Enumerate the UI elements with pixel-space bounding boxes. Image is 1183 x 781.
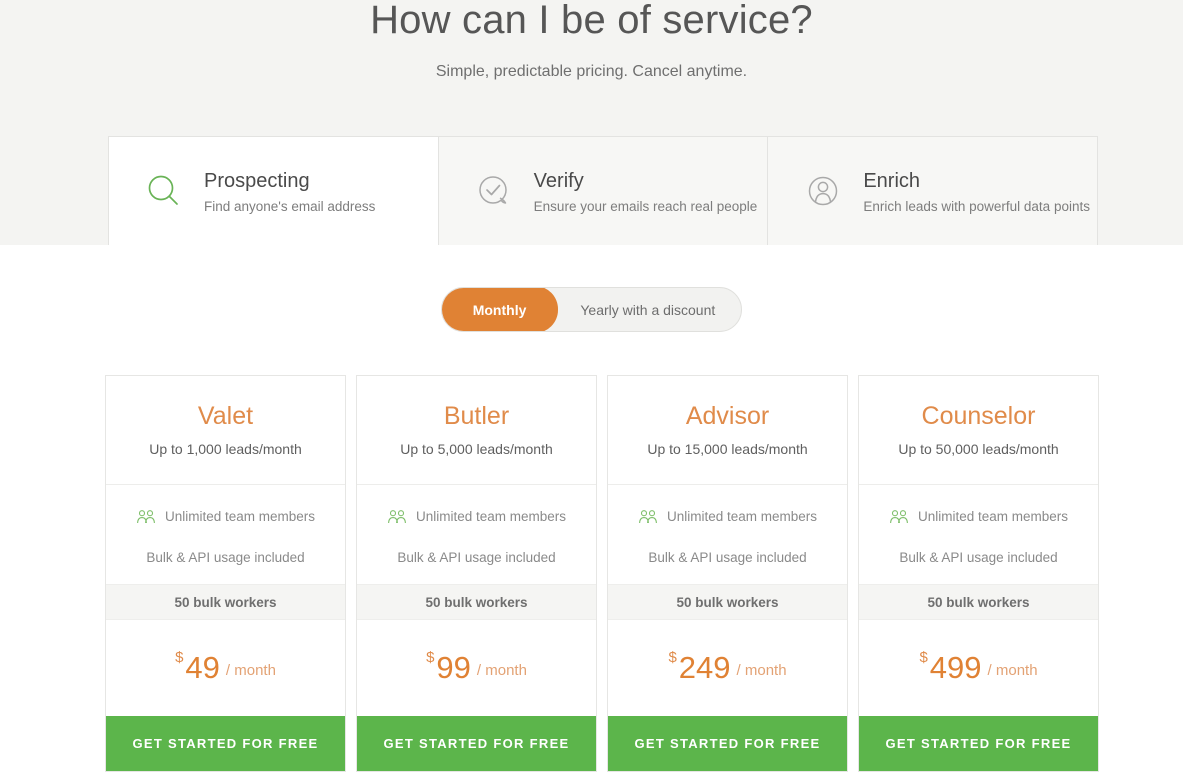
- people-icon: [638, 509, 658, 525]
- get-started-button[interactable]: GET STARTED FOR FREE: [106, 716, 345, 771]
- feature-bulk-workers: 50 bulk workers: [859, 584, 1098, 620]
- get-started-button[interactable]: GET STARTED FOR FREE: [608, 716, 847, 771]
- tab-enrich-label: Enrich: [863, 169, 921, 192]
- feature-team-members-label: Unlimited team members: [164, 509, 316, 524]
- check-bubble-icon: [470, 167, 518, 215]
- tab-prospecting[interactable]: Prospecting Find anyone's email address: [109, 137, 439, 245]
- card-header: Counselor Up to 50,000 leads/month: [859, 376, 1098, 485]
- people-icon: [387, 509, 407, 525]
- card-header: Butler Up to 5,000 leads/month: [357, 376, 596, 485]
- card-header: Advisor Up to 15,000 leads/month: [608, 376, 847, 485]
- tab-verify[interactable]: Verify Ensure your emails reach real peo…: [438, 137, 769, 245]
- price-amount: 49: [185, 650, 220, 685]
- billing-toggle-wrapper: Monthly Yearly with a discount: [0, 287, 1183, 332]
- plan-price: $ 249 / month: [608, 620, 847, 716]
- plan-price: $ 499 / month: [859, 620, 1098, 716]
- price-amount: 99: [436, 650, 471, 685]
- feature-bulk-api: Bulk & API usage included: [899, 550, 1058, 565]
- pricing-card-valet: Valet Up to 1,000 leads/month Unlimited …: [105, 375, 346, 772]
- plan-name: Counselor: [921, 402, 1036, 430]
- feature-bulk-workers: 50 bulk workers: [608, 584, 847, 620]
- feature-list: Unlimited team members Bulk & API usage …: [859, 485, 1098, 578]
- pricing-card-butler: Butler Up to 5,000 leads/month Unlimited…: [356, 375, 597, 772]
- price-currency: $: [175, 649, 184, 666]
- billing-toggle-monthly[interactable]: Monthly: [441, 288, 559, 331]
- feature-team-members-label: Unlimited team members: [415, 509, 567, 524]
- price-currency: $: [426, 649, 435, 666]
- feature-team-members: Unlimited team members: [106, 496, 345, 537]
- person-circle-icon: [799, 167, 847, 215]
- tab-enrich-desc: Enrich leads with powerful data points: [863, 198, 1090, 214]
- plan-leads: Up to 1,000 leads/month: [149, 441, 302, 457]
- tab-enrich[interactable]: Enrich Enrich leads with powerful data p…: [768, 137, 1098, 245]
- people-icon: [136, 509, 156, 525]
- card-header: Valet Up to 1,000 leads/month: [106, 376, 345, 485]
- plan-name: Butler: [443, 402, 510, 430]
- price-amount: 499: [929, 650, 982, 685]
- pricing-card-advisor: Advisor Up to 15,000 leads/month Unlimit…: [607, 375, 848, 772]
- plan-price: $ 99 / month: [357, 620, 596, 716]
- search-icon: [140, 167, 188, 215]
- plan-leads: Up to 5,000 leads/month: [400, 441, 553, 457]
- feature-list: Unlimited team members Bulk & API usage …: [357, 485, 596, 578]
- people-icon: [889, 509, 909, 525]
- billing-toggle[interactable]: Monthly Yearly with a discount: [440, 287, 743, 332]
- get-started-button[interactable]: GET STARTED FOR FREE: [859, 716, 1098, 771]
- tab-verify-desc: Ensure your emails reach real people: [533, 198, 758, 214]
- plan-leads: Up to 15,000 leads/month: [647, 441, 808, 457]
- feature-bulk-workers: 50 bulk workers: [357, 584, 596, 620]
- price-amount: 249: [678, 650, 731, 685]
- plan-name: Valet: [197, 402, 254, 430]
- page-subtitle: Simple, predictable pricing. Cancel anyt…: [435, 63, 748, 80]
- plan-name: Advisor: [685, 402, 770, 430]
- service-tabs: Prospecting Find anyone's email address …: [108, 136, 1098, 245]
- price-period: / month: [225, 661, 276, 679]
- feature-team-members: Unlimited team members: [357, 496, 596, 537]
- feature-bulk-workers: 50 bulk workers: [106, 584, 345, 620]
- pricing-cards: Valet Up to 1,000 leads/month Unlimited …: [105, 375, 1100, 772]
- pricing-card-counselor: Counselor Up to 50,000 leads/month Unlim…: [858, 375, 1099, 772]
- tab-prospecting-label: Prospecting: [204, 169, 310, 192]
- price-currency: $: [919, 649, 928, 666]
- tab-verify-label: Verify: [533, 169, 584, 192]
- feature-team-members: Unlimited team members: [859, 496, 1098, 537]
- feature-bulk-api: Bulk & API usage included: [146, 550, 305, 565]
- price-period: / month: [736, 661, 787, 679]
- feature-bulk-api: Bulk & API usage included: [648, 550, 807, 565]
- tab-prospecting-desc: Find anyone's email address: [204, 198, 376, 214]
- plan-leads: Up to 50,000 leads/month: [898, 441, 1059, 457]
- feature-bulk-api: Bulk & API usage included: [397, 550, 556, 565]
- feature-team-members-label: Unlimited team members: [666, 509, 818, 524]
- page-title: How can I be of service?: [370, 0, 813, 42]
- price-period: / month: [987, 661, 1038, 679]
- price-period: / month: [476, 661, 527, 679]
- feature-list: Unlimited team members Bulk & API usage …: [106, 485, 345, 578]
- price-currency: $: [668, 649, 677, 666]
- feature-list: Unlimited team members Bulk & API usage …: [608, 485, 847, 578]
- plan-price: $ 49 / month: [106, 620, 345, 716]
- feature-team-members-label: Unlimited team members: [917, 509, 1069, 524]
- feature-team-members: Unlimited team members: [608, 496, 847, 537]
- billing-toggle-yearly[interactable]: Yearly with a discount: [558, 288, 741, 331]
- get-started-button[interactable]: GET STARTED FOR FREE: [357, 716, 596, 771]
